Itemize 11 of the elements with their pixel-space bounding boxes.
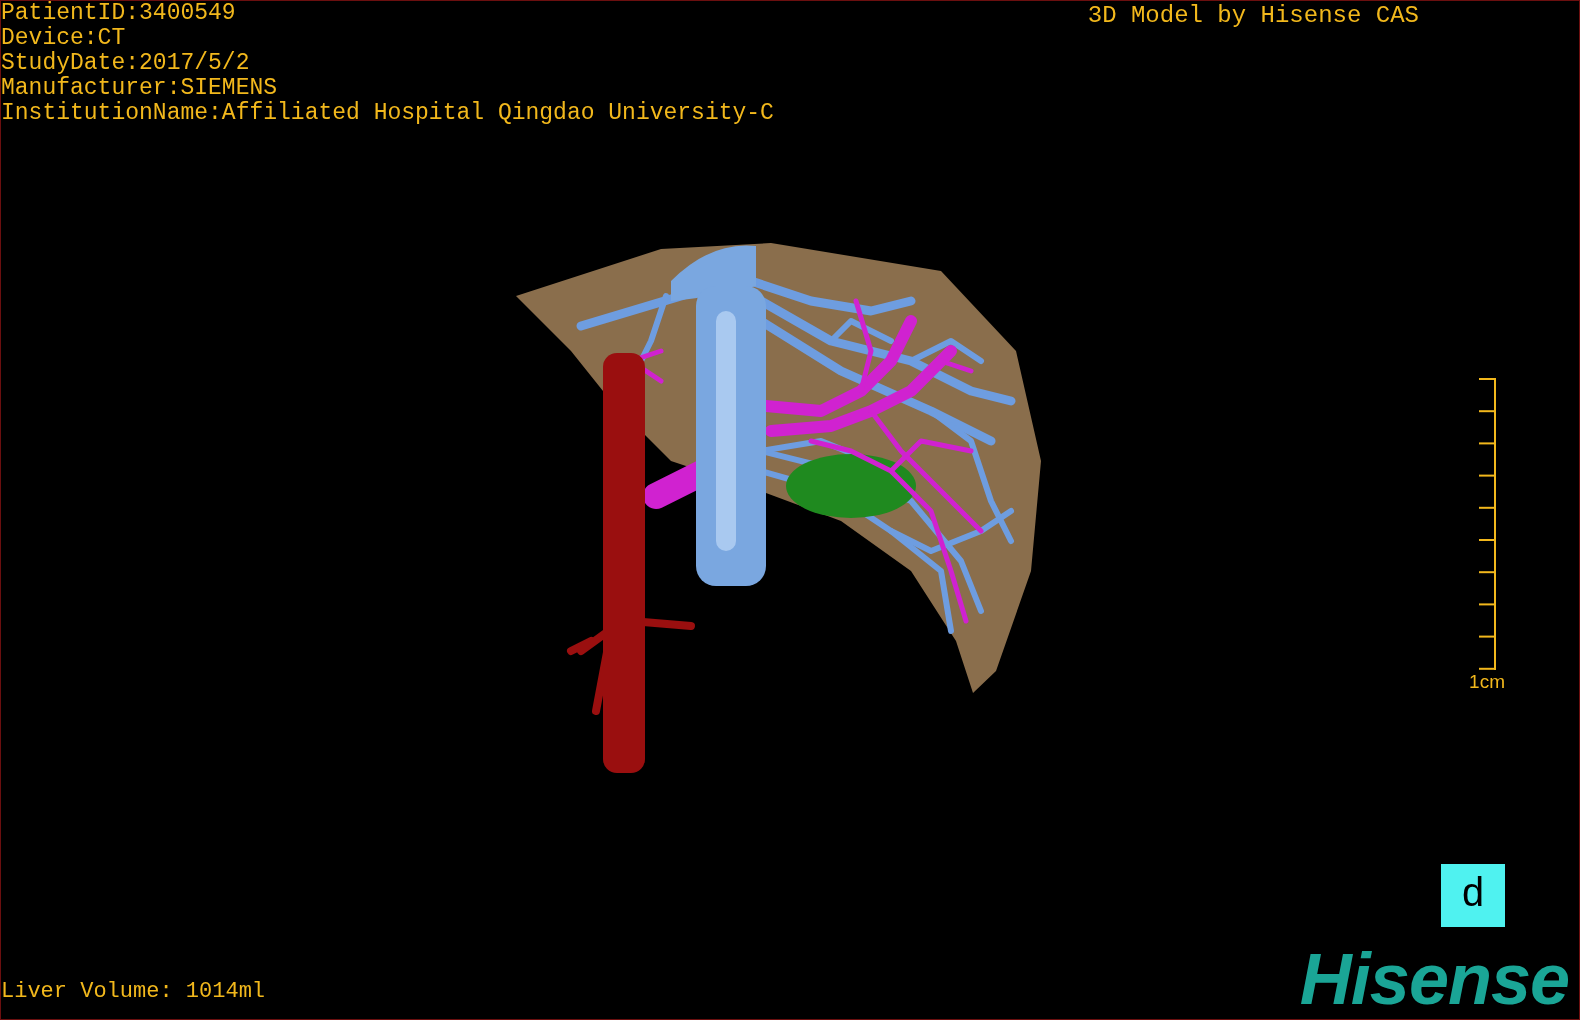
scale-ruler-icon [1479, 378, 1497, 670]
scale-label: 1cm [1469, 671, 1505, 693]
patient-info-text: Device:CT [1, 26, 127, 51]
brand-logo: Hisense [1299, 945, 1570, 1013]
viewer-title: 3D Model by Hisense CAS [1087, 1, 1419, 31]
patient-info-text: StudyDate:2017/5/2 [1, 51, 251, 76]
patient-info-text: Manufacturer:SIEMENS [1, 76, 279, 101]
patient-info-text: InstitutionName:Affiliated Hospital Qingdao University-C [1, 101, 774, 126]
patient-info-text: PatientID:3400549 [1, 1, 237, 26]
liver-volume-text: Liver Volume: 1014ml [1, 979, 266, 1005]
orientation-marker-button[interactable]: d [1441, 864, 1505, 927]
